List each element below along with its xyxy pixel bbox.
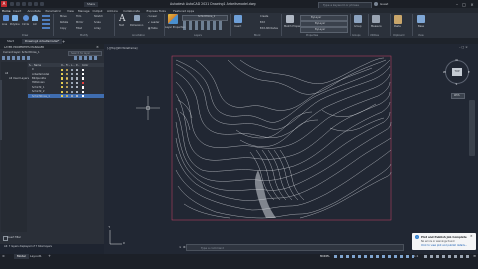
command-close-icon[interactable]: × bbox=[179, 245, 182, 249]
contour-lines bbox=[175, 57, 392, 219]
notification-link[interactable]: Click to view plot and publish details..… bbox=[421, 244, 467, 247]
model-space-button[interactable]: MODEL bbox=[320, 254, 330, 259]
ucs-icon bbox=[109, 230, 122, 245]
tab-layout1[interactable]: Layout1 bbox=[30, 254, 42, 259]
layout-menu-icon[interactable]: ≡ bbox=[2, 254, 5, 258]
ucs-x-label: X bbox=[123, 242, 125, 245]
tab-model[interactable]: Model bbox=[14, 254, 29, 259]
viewcube-north[interactable]: N bbox=[456, 58, 458, 62]
status-tools[interactable] bbox=[424, 254, 472, 258]
contour-drawing bbox=[109, 55, 392, 245]
viewcube-west[interactable]: W bbox=[443, 70, 446, 74]
navigation-bar[interactable] bbox=[469, 100, 475, 156]
viewcube-south[interactable]: S bbox=[456, 82, 458, 86]
info-icon: i bbox=[415, 235, 419, 239]
customize-icon[interactable]: ≡ bbox=[473, 254, 476, 258]
status-toggles[interactable] bbox=[334, 254, 414, 258]
command-prompt: Type a command bbox=[201, 245, 224, 250]
viewcube-east[interactable]: E bbox=[468, 70, 470, 74]
notification-title: Plot and Publish Job Complete bbox=[421, 235, 467, 239]
command-line-input[interactable]: Type a command bbox=[186, 244, 404, 251]
gully-shading bbox=[254, 170, 276, 218]
annotation-scale[interactable]: 1:1 bbox=[414, 254, 418, 259]
drawing-border bbox=[171, 55, 392, 221]
notification-close-icon[interactable]: × bbox=[470, 234, 473, 238]
crosshair-cursor bbox=[136, 96, 160, 120]
ucs-y-label: Y bbox=[108, 226, 111, 229]
wcs-menu[interactable]: WCS bbox=[451, 93, 465, 99]
plot-notification[interactable]: i Plot and Publish Job Complete × No err… bbox=[412, 233, 476, 250]
viewcube[interactable]: TOP N S W E bbox=[443, 58, 471, 86]
viewcube-top-face[interactable]: TOP bbox=[452, 68, 462, 76]
notification-line: No errors or warnings found bbox=[421, 240, 455, 243]
new-layout-button[interactable]: + bbox=[48, 254, 51, 258]
